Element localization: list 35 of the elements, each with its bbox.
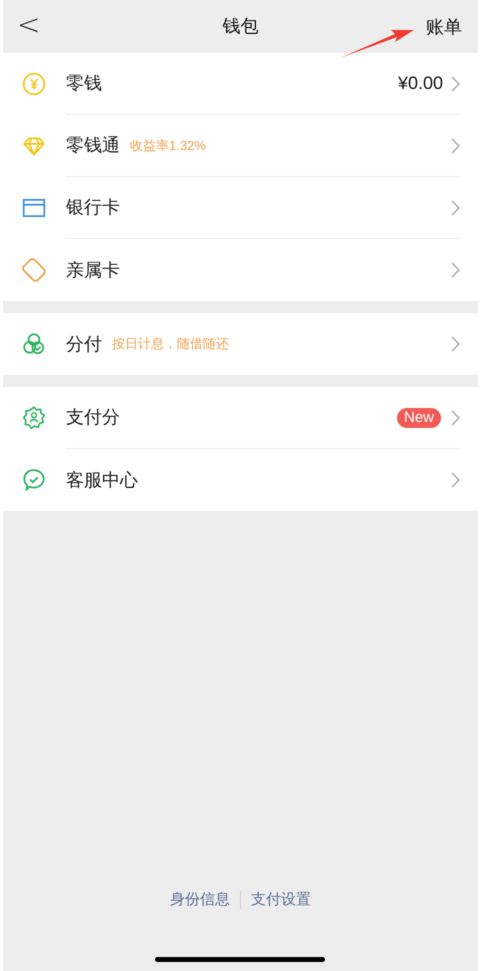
chevron-right-icon bbox=[451, 200, 460, 216]
chevron-right-icon bbox=[451, 336, 460, 352]
bill-link[interactable]: 账单 bbox=[426, 15, 462, 39]
menu-item[interactable]: 零钱 ¥0.00 bbox=[3, 53, 478, 115]
badge-person-icon bbox=[21, 405, 47, 431]
item-label: 亲属卡 bbox=[66, 258, 120, 282]
item-label: 分付 bbox=[66, 332, 102, 356]
circles-check-icon bbox=[21, 331, 47, 357]
menu-item[interactable]: 客服中心 bbox=[3, 449, 478, 511]
menu-item[interactable]: 分付 按日计息，随借随还 bbox=[3, 313, 478, 375]
yuan-coin-icon bbox=[21, 71, 47, 97]
chevron-right-icon bbox=[451, 472, 460, 488]
item-note: 收益率1.32% bbox=[130, 136, 206, 155]
balance-value: ¥0.00 bbox=[398, 72, 443, 95]
tilted-card-icon bbox=[21, 257, 47, 283]
menu-item[interactable]: 零钱通 收益率1.32% bbox=[3, 115, 478, 177]
item-label: 客服中心 bbox=[66, 468, 138, 492]
item-label: 零钱通 bbox=[66, 134, 120, 157]
menu-item[interactable]: 支付分 New bbox=[3, 387, 478, 449]
chevron-right-icon bbox=[451, 262, 460, 278]
chevron-right-icon bbox=[451, 410, 460, 426]
footer-link[interactable]: 身份信息 bbox=[170, 888, 230, 911]
item-label: 零钱 bbox=[66, 72, 102, 95]
new-badge: New bbox=[396, 408, 441, 428]
item-label: 银行卡 bbox=[66, 196, 120, 219]
menu-item[interactable]: 银行卡 bbox=[3, 177, 478, 239]
chevron-right-icon bbox=[451, 76, 460, 92]
menu-item[interactable]: 亲属卡 bbox=[3, 239, 478, 301]
chevron-right-icon bbox=[451, 138, 460, 154]
item-note: 按日计息，随借随还 bbox=[112, 335, 229, 354]
item-label: 支付分 bbox=[66, 406, 120, 429]
back-button[interactable]: < bbox=[17, 10, 40, 40]
footer-link[interactable]: 支付设置 bbox=[251, 888, 311, 911]
page-title: 钱包 bbox=[222, 15, 258, 38]
chat-check-icon bbox=[21, 467, 47, 493]
